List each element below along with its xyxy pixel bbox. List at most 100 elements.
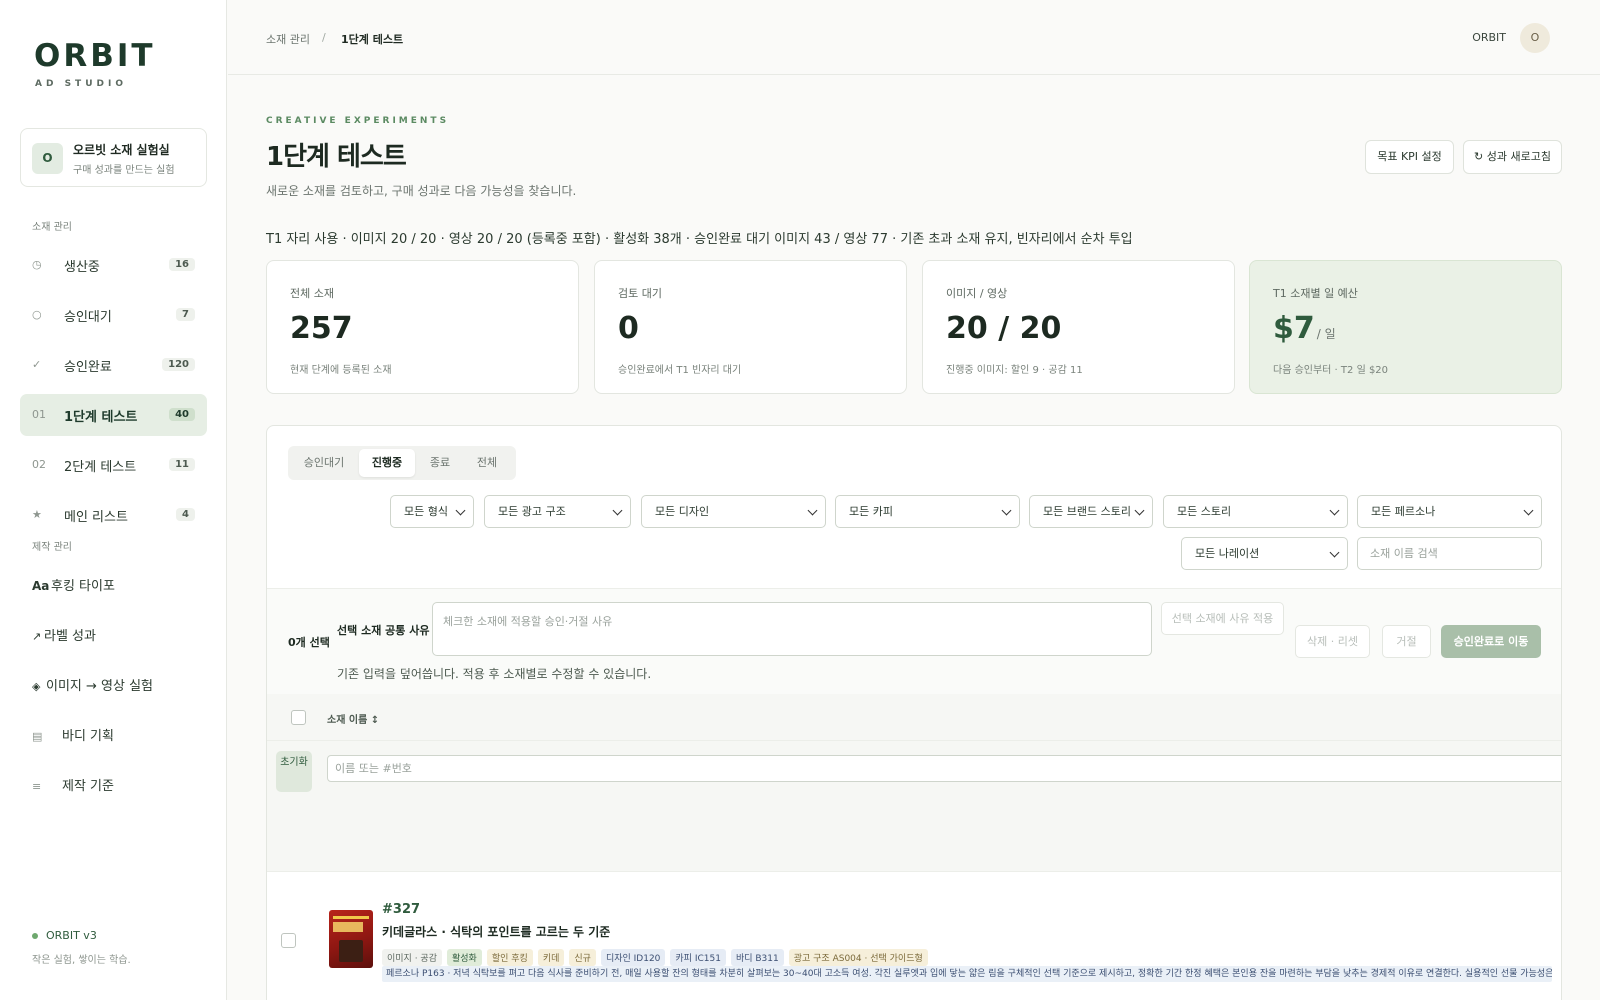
avatar[interactable]: O — [1520, 23, 1550, 53]
refresh-performance-button[interactable]: ↻ 성과 새로고침 — [1463, 140, 1562, 174]
tag-list: 이미지 · 공감 활성화 할인 후킹 키데 신규 디자인 ID120 카피 IC151 바디 … — [382, 946, 933, 966]
sidebar-item-production-standard[interactable]: ≡ 제작 기준 — [32, 775, 114, 794]
kpi-settings-button[interactable]: 목표 KPI 설정 — [1365, 140, 1454, 174]
sidebar-item-label-performance[interactable]: ↗ 라벨 성과 — [32, 625, 96, 644]
tag: 디자인 ID120 — [600, 949, 666, 966]
count-badge: 120 — [162, 358, 195, 371]
format-select[interactable]: 모든 형식 — [390, 495, 474, 528]
workspace-title: 오르빗 소재 실험실 — [73, 143, 170, 157]
sidebar-item-stage1[interactable]: 01 1단계 테스트 40 — [20, 394, 207, 436]
workspace-card[interactable]: O 오르빗 소재 실험실 구매 성과를 만드는 실험 — [20, 128, 207, 187]
kpi-unit: / 일 — [1316, 327, 1336, 341]
kpi-card-image-video: 이미지 / 영상 20 / 20 진행중 이미지: 할인 9 · 공감 11 — [922, 260, 1235, 394]
sidebar-item-producing[interactable]: ◷ 생산중 16 — [20, 244, 207, 286]
kpi-value: 257 — [290, 311, 353, 346]
apply-reason-button[interactable]: 선택 소재에 사유 적용 — [1161, 602, 1284, 635]
page-eyebrow: CREATIVE EXPERIMENTS — [266, 116, 450, 126]
status-summary: T1 자리 사용 · 이미지 20 / 20 · 영상 20 / 20 (등록중… — [266, 232, 1133, 247]
story-select[interactable]: 모든 스토리 — [1163, 495, 1348, 528]
kpi-subtext: 다음 승인부터 · T2 일 $20 — [1273, 365, 1389, 376]
sidebar-item-approved[interactable]: ✓ 승인완료 120 — [20, 344, 207, 386]
kpi-card-budget: T1 소재별 일 예산 $7/ 일 다음 승인부터 · T2 일 $20 — [1249, 260, 1562, 394]
table-row[interactable]: #327 키데글라스 · 식탁의 포인트를 고르는 두 기준 이미지 · 공감 활… — [267, 872, 1561, 1000]
sidebar-item-label: 바디 기획 — [62, 729, 114, 744]
brand-logo[interactable]: ORBIT — [34, 38, 156, 74]
tagline: 작은 실험, 쌓이는 학습. — [32, 955, 131, 966]
count-badge: 11 — [169, 458, 195, 471]
kpi-subtext: 승인완료에서 T1 빈자리 대기 — [618, 365, 742, 376]
reset-filter-button[interactable]: 초기화 — [276, 751, 312, 792]
page-title: 1단계 테스트 — [266, 142, 407, 172]
count-badge: 7 — [176, 308, 195, 321]
tag: 광고 구조 AS004 · 선택 가이드형 — [788, 949, 928, 966]
kpi-value: $7 — [1273, 311, 1315, 346]
design-select[interactable]: 모든 디자인 — [641, 495, 826, 528]
ad-structure-select[interactable]: 모든 광고 구조 — [484, 495, 631, 528]
topbar: 소재 관리 / 1단계 테스트 ORBIT O — [228, 0, 1600, 75]
sidebar-item-label: 승인완료 — [64, 360, 112, 375]
kpi-label: 이미지 / 영상 — [946, 287, 1008, 300]
approve-move-button[interactable]: 승인완료로 이동 — [1441, 625, 1541, 658]
sidebar-item-main-list[interactable]: ★ 메인 리스트 4 — [20, 494, 207, 536]
select-all-checkbox[interactable] — [291, 710, 306, 725]
sidebar-item-pending[interactable]: ○ 승인대기 7 — [20, 294, 207, 336]
bulk-reason-textarea[interactable]: 체크한 소재에 적용할 승인·거절 사유 — [432, 602, 1152, 656]
name-filter-input[interactable]: 이름 또는 #번호 — [327, 755, 1561, 782]
bulk-action-bar: 0개 선택 선택 소재 공통 사유 체크한 소재에 적용할 승인·거절 사유 기… — [267, 588, 1561, 694]
copy-select[interactable]: 모든 카피 — [835, 495, 1020, 528]
trend-arrow-icon: ↗ — [32, 630, 42, 643]
section-label-material: 소재 관리 — [32, 222, 72, 233]
sidebar-item-hook-typo[interactable]: Aa 후킹 타이포 — [32, 575, 115, 594]
sidebar-item-body-plan[interactable]: ▤ 바디 기획 — [32, 725, 114, 744]
kpi-subtext: 현재 단계에 등록된 소재 — [290, 365, 392, 376]
bulk-note: 기존 입력을 덮어씁니다. 적용 후 소재별로 수정할 수 있습니다. — [337, 667, 652, 681]
creatives-panel: 승인대기 진행중 종료 전체 모든 형식 모든 광고 구조 모든 디자인 모든 … — [266, 425, 1562, 1000]
persona-select[interactable]: 모든 페르소나 — [1357, 495, 1542, 528]
narration-select[interactable]: 모든 나레이션 — [1181, 537, 1348, 570]
tag: 이미지 · 공감 — [382, 949, 442, 966]
tag: 활성화 — [446, 949, 482, 966]
column-header-name[interactable]: 소재 이름 ↕ — [327, 711, 379, 726]
sidebar-item-image-video[interactable]: ◈ 이미지 → 영상 실험 — [32, 675, 153, 694]
kpi-subtext: 진행중 이미지: 할인 9 · 공감 11 — [946, 365, 1083, 376]
version-text: ORBIT v3 — [46, 929, 97, 942]
sidebar-item-label: 제작 기준 — [62, 779, 114, 794]
tab-ended[interactable]: 종료 — [418, 449, 462, 477]
clock-icon: ◷ — [32, 258, 42, 271]
delete-reset-button[interactable]: 삭제 · 리셋 — [1295, 625, 1370, 658]
creative-title[interactable]: 키데글라스 · 식탁의 포인트를 고르는 두 기준 — [382, 923, 610, 940]
brand-subtitle: AD STUDIO — [35, 79, 127, 89]
document-icon: ▤ — [32, 730, 43, 743]
creative-search-input[interactable]: 소재 이름 검색 — [1357, 537, 1542, 570]
tab-in-progress[interactable]: 진행중 — [359, 449, 415, 477]
thumbnail-headline — [333, 922, 363, 932]
sidebar-item-label: 생산중 — [64, 260, 100, 275]
creative-thumbnail[interactable] — [329, 910, 373, 968]
brand-story-select[interactable]: 모든 브랜드 스토리 — [1029, 495, 1153, 528]
tag: 키데 — [537, 949, 565, 966]
status-dot-icon — [32, 933, 38, 939]
typography-icon: Aa — [32, 579, 50, 593]
selected-count: 0개 선택 — [288, 636, 330, 649]
tag: 바디 B311 — [730, 949, 784, 966]
kpi-value: 20 / 20 — [946, 311, 1062, 346]
breadcrumb-current: 1단계 테스트 — [341, 33, 404, 46]
count-badge: 16 — [169, 258, 195, 271]
status-tabs: 승인대기 진행중 종료 전체 — [288, 446, 516, 480]
circle-icon: ○ — [32, 308, 42, 321]
tag: 신규 — [569, 949, 596, 966]
kpi-label: 전체 소재 — [290, 287, 334, 300]
tag: 카피 IC151 — [670, 949, 726, 966]
page-description: 새로운 소재를 검토하고, 구매 성과로 다음 가능성을 찾습니다. — [266, 184, 577, 198]
reject-button[interactable]: 거절 — [1382, 625, 1431, 658]
step-number: 02 — [32, 458, 46, 471]
sidebar-item-label: 메인 리스트 — [64, 510, 128, 525]
sidebar-item-stage2[interactable]: 02 2단계 테스트 11 — [20, 444, 207, 486]
count-badge: 40 — [169, 408, 195, 421]
row-checkbox[interactable] — [281, 933, 296, 948]
breadcrumb-root[interactable]: 소재 관리 — [266, 31, 310, 47]
creative-id[interactable]: #327 — [382, 902, 420, 917]
tab-all[interactable]: 전체 — [465, 449, 509, 477]
tab-pending[interactable]: 승인대기 — [292, 449, 356, 477]
breadcrumb-separator: / — [322, 31, 326, 44]
